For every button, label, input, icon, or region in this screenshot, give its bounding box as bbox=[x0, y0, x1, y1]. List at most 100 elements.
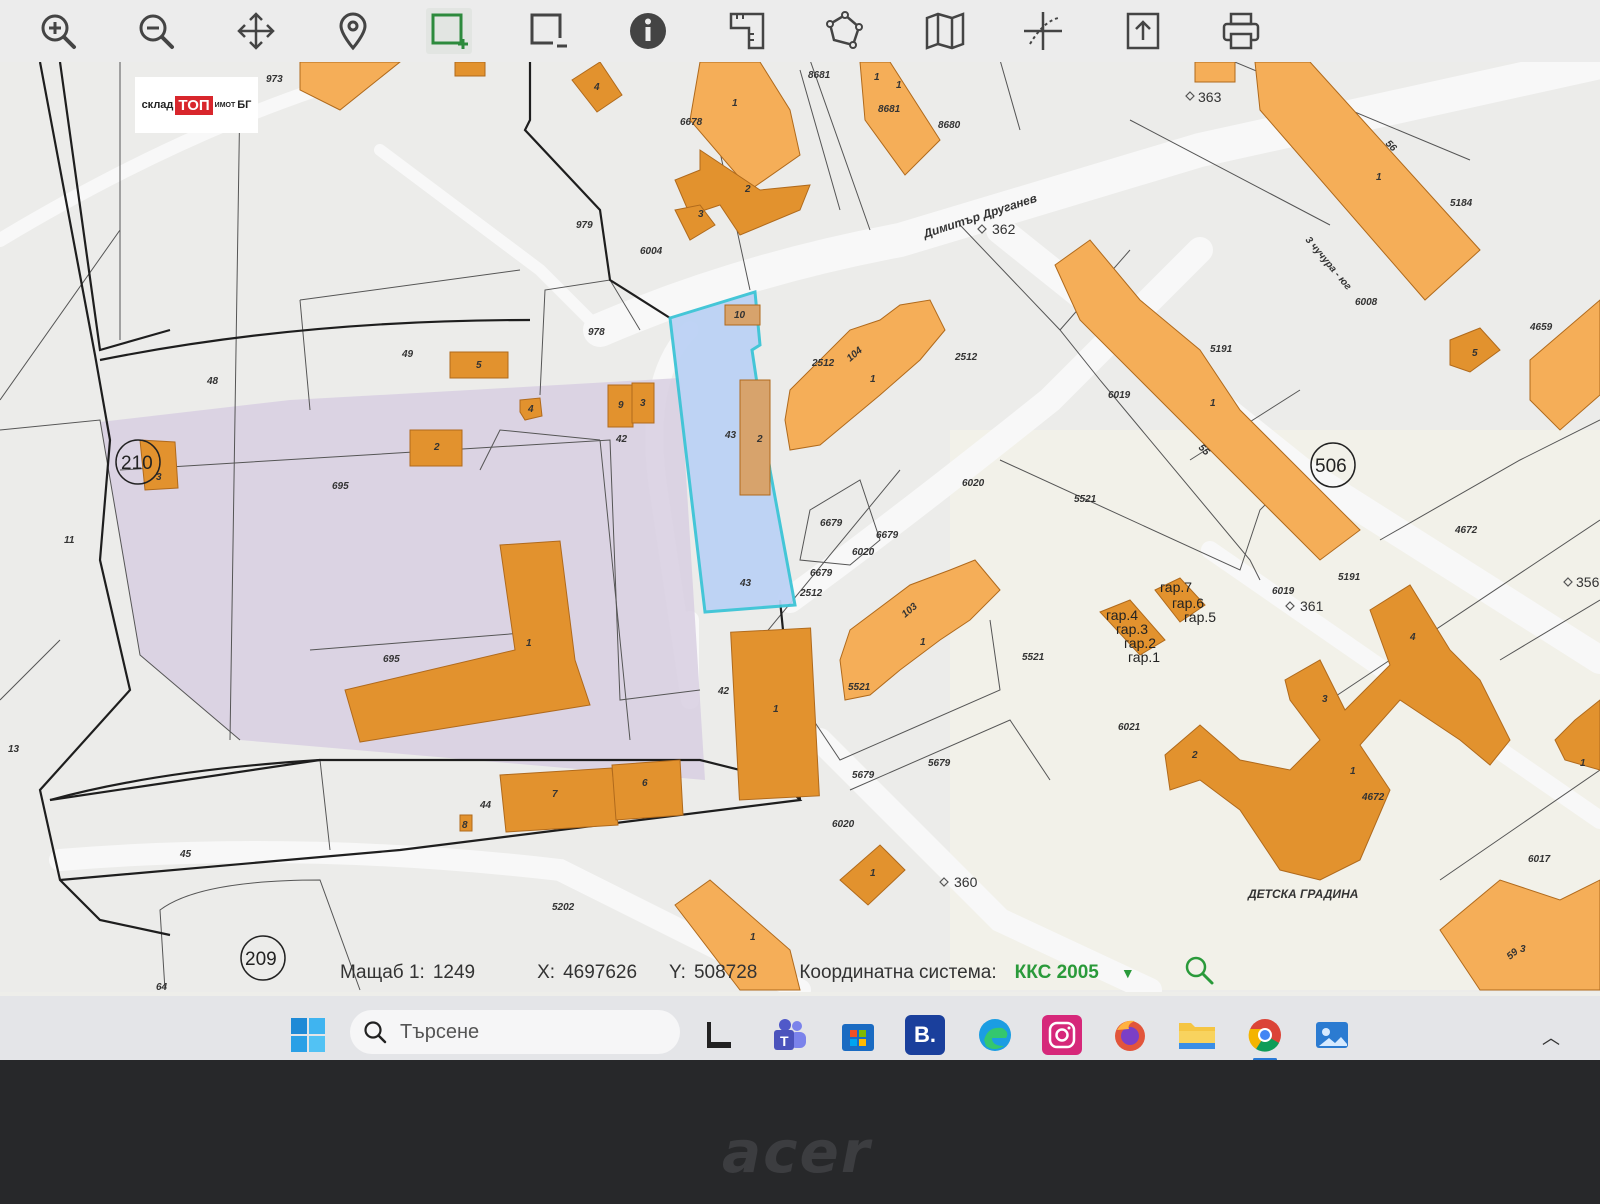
crs-select[interactable]: ККС 2005 ▼ bbox=[1015, 962, 1135, 984]
logo-text-left: склад bbox=[141, 99, 174, 111]
zoom-out-button[interactable] bbox=[133, 8, 179, 54]
y-value: 508728 bbox=[693, 962, 758, 983]
brand-logo: склад ТОП ИМОТ БГ bbox=[135, 77, 258, 133]
file-explorer-icon bbox=[1179, 1023, 1215, 1049]
garage-label: гар.1 bbox=[1128, 649, 1160, 665]
map-label: 978 bbox=[588, 327, 605, 338]
instagram-button[interactable] bbox=[1042, 1015, 1082, 1055]
map-label: 5184 bbox=[1450, 198, 1473, 209]
teams-icon: T bbox=[774, 1019, 806, 1050]
map-label: 979 bbox=[576, 220, 593, 231]
building-number: 4 bbox=[593, 82, 600, 93]
building-number: 4 bbox=[527, 404, 534, 415]
zoom-in-button[interactable] bbox=[35, 8, 81, 54]
building-number: 1 bbox=[920, 637, 926, 648]
map-label: 8681 bbox=[808, 70, 831, 81]
chevron-down-icon: ▼ bbox=[1120, 965, 1135, 981]
store-button[interactable] bbox=[838, 1015, 878, 1055]
map-label: 6679 bbox=[820, 518, 843, 529]
booking-button[interactable]: B. bbox=[905, 1015, 945, 1055]
layers-button[interactable] bbox=[922, 8, 968, 54]
firefox-icon bbox=[1115, 1020, 1145, 1051]
teams-button[interactable]: T bbox=[770, 1015, 810, 1055]
desktop-screen: 973 8681 8681 8680 6678 979 6004 978 600… bbox=[0, 0, 1600, 1060]
building-number: 1 bbox=[1210, 398, 1216, 409]
building-number: 3 bbox=[1322, 694, 1328, 705]
photos-icon bbox=[1316, 1022, 1348, 1048]
export-button[interactable] bbox=[1120, 8, 1166, 54]
map-label: 11 bbox=[64, 535, 75, 546]
x-value: 4697626 bbox=[563, 962, 638, 983]
logo-text-sub: ИМОТ bbox=[214, 101, 236, 109]
building-number: 1 bbox=[1376, 172, 1382, 183]
cadastral-map[interactable]: 973 8681 8681 8680 6678 979 6004 978 600… bbox=[0, 62, 1600, 992]
photos-button[interactable] bbox=[1312, 1015, 1352, 1055]
export-icon bbox=[1126, 12, 1160, 50]
info-button[interactable] bbox=[625, 8, 671, 54]
map-label: 4672 bbox=[1361, 792, 1385, 803]
print-icon bbox=[1222, 12, 1260, 50]
x-label: X: bbox=[537, 962, 556, 983]
map-label: 43 bbox=[724, 430, 737, 441]
location-pin-icon bbox=[339, 12, 367, 51]
map-label: 6008 bbox=[1355, 297, 1378, 308]
instagram-icon bbox=[1048, 1021, 1076, 1049]
y-label: Y: bbox=[669, 962, 686, 983]
map-label: 6017 bbox=[1528, 854, 1551, 865]
map-label: 13 bbox=[8, 744, 20, 755]
kindergarten-label: ДЕТСКА ГРАДИНА bbox=[1247, 887, 1358, 901]
info-icon bbox=[630, 13, 666, 49]
file-explorer-button[interactable] bbox=[1177, 1015, 1217, 1055]
logo-text-mid: ТОП bbox=[175, 95, 213, 115]
print-button[interactable] bbox=[1218, 8, 1264, 54]
measure-button[interactable] bbox=[725, 8, 771, 54]
edge-button[interactable] bbox=[975, 1015, 1015, 1055]
scale-value: 1249 bbox=[432, 962, 476, 983]
map-label: 5521 bbox=[848, 682, 871, 693]
logo-text-right: БГ bbox=[237, 99, 252, 111]
chrome-button[interactable] bbox=[1245, 1015, 1285, 1055]
map-label: 42 bbox=[615, 434, 628, 445]
polygon-icon bbox=[826, 11, 863, 49]
tray-chevron-up-icon[interactable]: ︿ bbox=[1538, 1024, 1564, 1050]
building-number: 4 bbox=[1409, 632, 1416, 643]
garage-label: гар.7 bbox=[1160, 579, 1192, 595]
location-button[interactable] bbox=[330, 8, 376, 54]
map-label: 45 bbox=[179, 849, 192, 860]
map-label: 48 bbox=[206, 376, 219, 387]
select-area-button[interactable] bbox=[426, 8, 472, 54]
map-label: 6020 bbox=[832, 819, 855, 830]
building-number: 1 bbox=[750, 932, 756, 943]
map-label: 2512 bbox=[811, 358, 835, 369]
quarter-number: 209 bbox=[245, 949, 277, 970]
point-label: 356 bbox=[1576, 574, 1600, 590]
taskbar-search[interactable]: Търсене bbox=[350, 1010, 680, 1054]
point-label: 361 bbox=[1300, 598, 1324, 614]
point-label: 360 bbox=[954, 874, 978, 890]
store-icon bbox=[842, 1024, 874, 1051]
search-coordinates-button[interactable] bbox=[1183, 954, 1215, 992]
chrome-icon bbox=[1248, 1019, 1281, 1052]
start-icon bbox=[291, 1018, 325, 1052]
firefox-button[interactable] bbox=[1110, 1015, 1150, 1055]
map-label: 5679 bbox=[852, 770, 875, 781]
coordinates-button[interactable] bbox=[1020, 8, 1066, 54]
map-label: 2512 bbox=[799, 588, 823, 599]
start-button[interactable] bbox=[288, 1015, 328, 1055]
building-number: 9 bbox=[618, 400, 624, 411]
task-view-button[interactable] bbox=[698, 1015, 738, 1055]
svg-text:T: T bbox=[780, 1033, 789, 1049]
scale-label: Мащаб 1: bbox=[340, 962, 425, 983]
map-label: 6679 bbox=[810, 568, 833, 579]
map-label: 64 bbox=[156, 982, 168, 992]
polygon-button[interactable] bbox=[822, 8, 868, 54]
map-label: 5191 bbox=[1338, 572, 1361, 583]
pan-button[interactable] bbox=[233, 8, 279, 54]
crs-value: ККС 2005 bbox=[1014, 962, 1099, 983]
building-number: 1 bbox=[870, 868, 876, 879]
building-number: 3 bbox=[640, 398, 646, 409]
measure-icon bbox=[729, 12, 765, 50]
deselect-area-button[interactable] bbox=[525, 8, 571, 54]
building-number: 1 bbox=[773, 704, 779, 715]
device-brand-logo: acer bbox=[722, 1118, 872, 1186]
